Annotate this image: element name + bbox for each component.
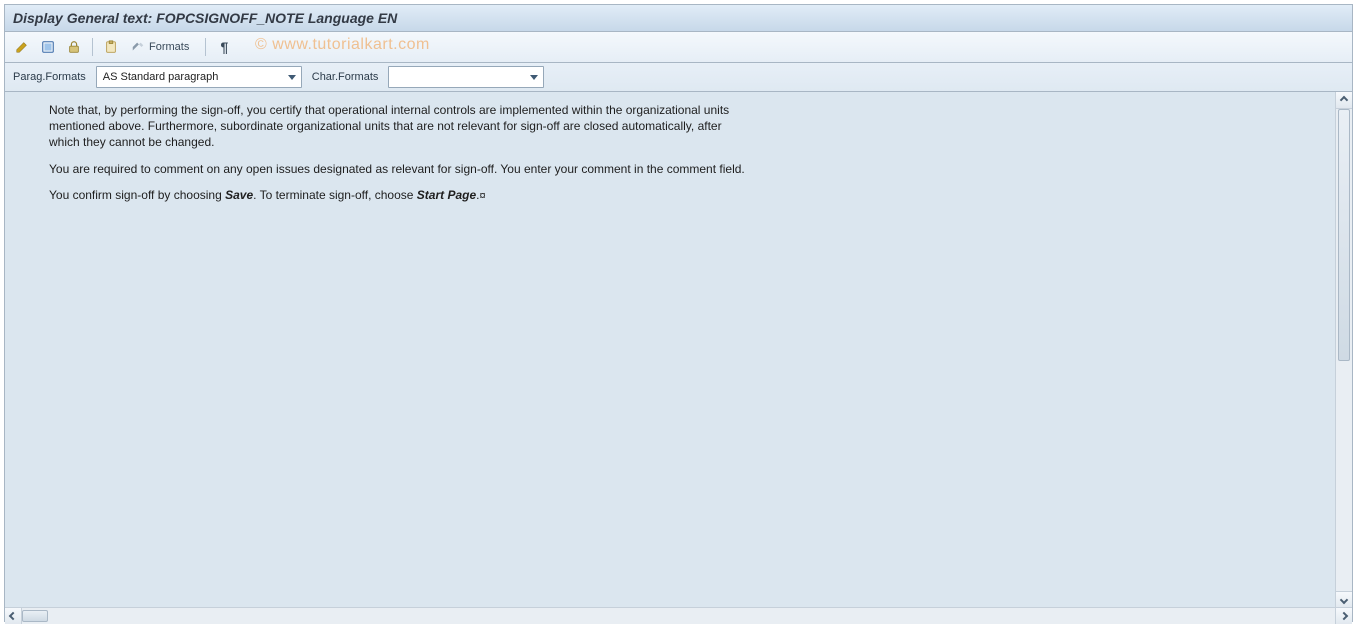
parag-formats-dropdown[interactable]: AS Standard paragraph (96, 66, 302, 88)
char-formats-dropdown[interactable] (388, 66, 544, 88)
scroll-right-button[interactable] (1335, 608, 1352, 624)
char-formats-label: Char.Formats (312, 71, 379, 83)
horizontal-scrollbar[interactable] (5, 607, 1352, 624)
window-title: Display General text: FOPCSIGNOFF_NOTE L… (13, 10, 397, 26)
parag-formats-value: AS Standard paragraph (103, 71, 219, 83)
formats-label: Formats (149, 41, 189, 53)
chevron-left-icon (9, 612, 17, 620)
parag-formats-label: Parag.Formats (13, 71, 86, 83)
doc-paragraph: You are required to comment on any open … (49, 161, 749, 177)
content-wrap: Note that, by performing the sign-off, y… (5, 92, 1352, 624)
toolbar-separator (205, 38, 206, 56)
doc-paragraph: You confirm sign-off by choosing Save. T… (49, 187, 749, 204)
pilcrow-icon[interactable]: ¶ (213, 36, 235, 58)
display-icon[interactable] (37, 36, 59, 58)
scroll-down-button[interactable] (1336, 591, 1352, 608)
end-mark: ¤ (480, 190, 486, 202)
chevron-down-icon (1340, 596, 1348, 604)
editor-area[interactable]: Note that, by performing the sign-off, y… (5, 92, 1336, 608)
clipboard-icon[interactable] (100, 36, 122, 58)
document-body: Note that, by performing the sign-off, y… (5, 92, 759, 224)
edit-icon[interactable] (11, 36, 33, 58)
chevron-right-icon (1340, 612, 1348, 620)
save-keyword: Save (225, 188, 253, 202)
startpage-keyword: Start Page (417, 188, 476, 202)
chevron-up-icon (1340, 96, 1348, 104)
toolbar-separator (92, 38, 93, 56)
horizontal-scroll-thumb[interactable] (22, 610, 48, 622)
title-bar: Display General text: FOPCSIGNOFF_NOTE L… (5, 5, 1352, 32)
scroll-up-button[interactable] (1336, 92, 1352, 109)
app-window: Display General text: FOPCSIGNOFF_NOTE L… (4, 4, 1353, 622)
vertical-scroll-thumb[interactable] (1338, 109, 1350, 361)
toolbar: Formats ¶ © www.tutorialkart.com (5, 32, 1352, 63)
doc-paragraph: Note that, by performing the sign-off, y… (49, 102, 749, 151)
formats-bar: Parag.Formats AS Standard paragraph Char… (5, 63, 1352, 92)
scroll-left-button[interactable] (5, 608, 22, 624)
lock-icon[interactable] (63, 36, 85, 58)
formats-button[interactable]: Formats (126, 36, 198, 58)
vertical-scrollbar[interactable] (1335, 92, 1352, 608)
watermark-text: © www.tutorialkart.com (255, 36, 430, 54)
